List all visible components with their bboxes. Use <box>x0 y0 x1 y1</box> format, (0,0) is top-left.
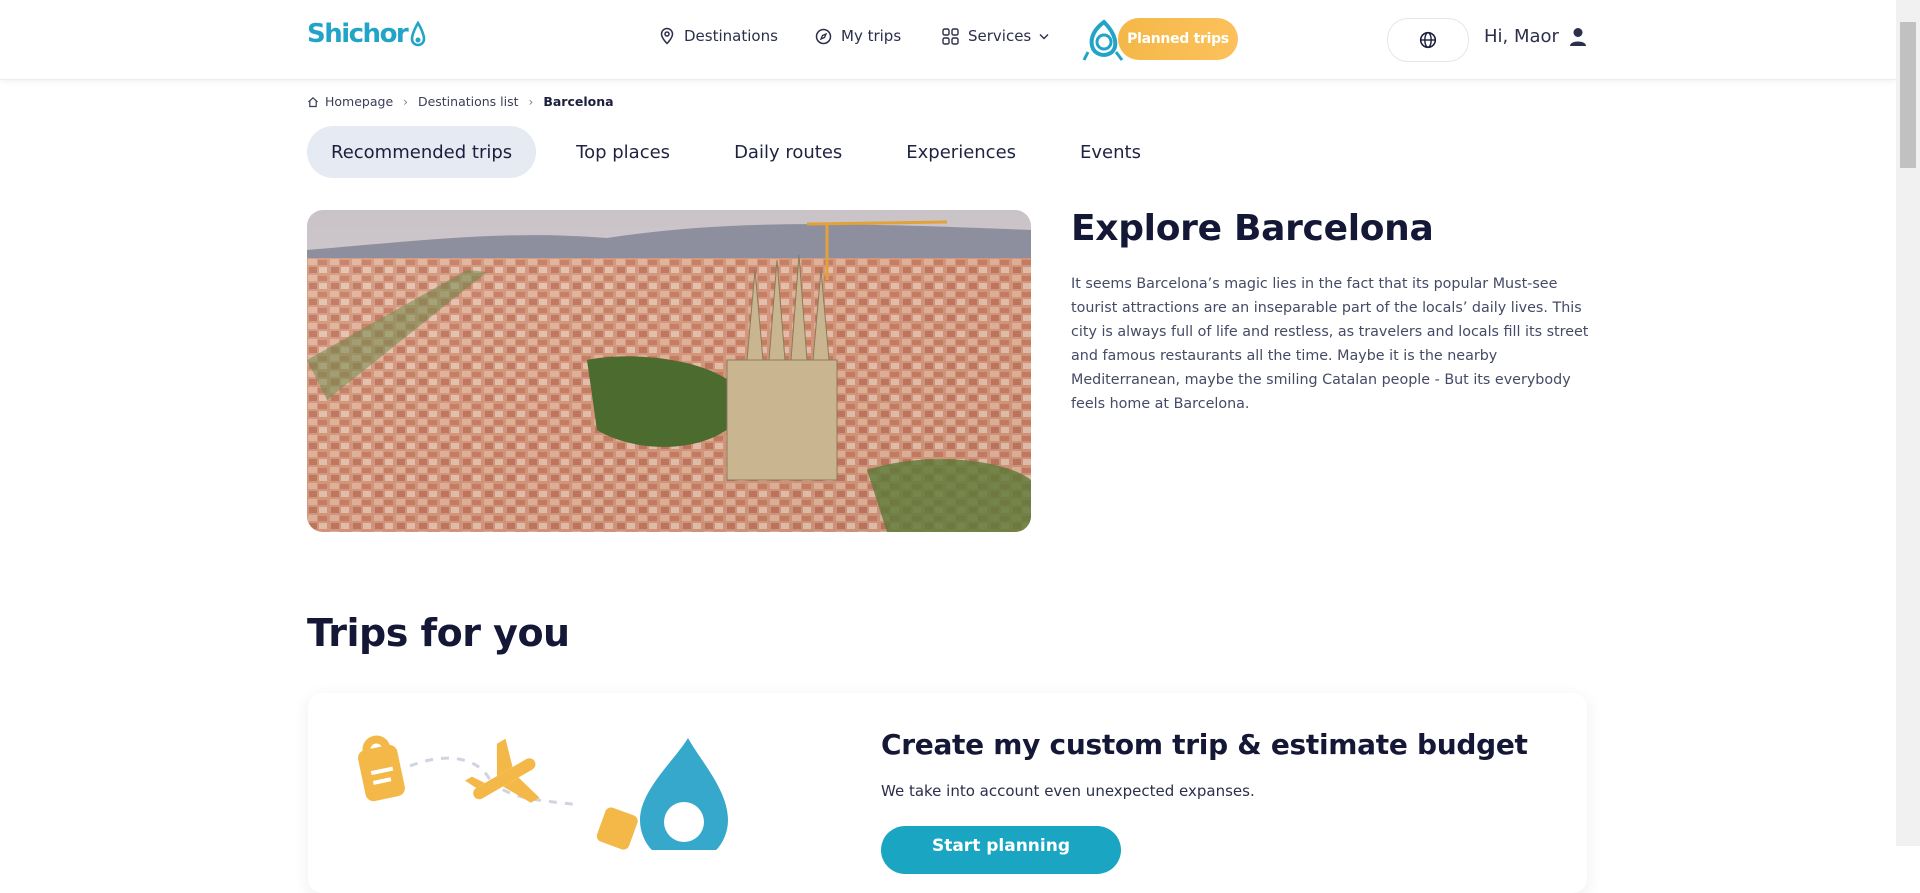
logo[interactable]: Shichor <box>307 19 427 59</box>
compass-icon <box>815 28 832 44</box>
chevron-right-icon: › <box>403 94 408 109</box>
barcelona-hero-image <box>307 210 1031 532</box>
nav-destinations-label: Destinations <box>684 27 778 45</box>
page-scrollbar[interactable] <box>1896 0 1920 846</box>
tab-experiences[interactable]: Experiences <box>882 126 1040 178</box>
user-icon <box>1569 27 1586 46</box>
nav-my-trips-label: My trips <box>841 27 902 45</box>
logo-text: Shichor <box>307 19 409 49</box>
custom-trip-subtitle: We take into account even unexpected exp… <box>881 782 1255 800</box>
explore-title: Explore Barcelona <box>1071 208 1434 249</box>
logo-drop-icon <box>410 21 426 47</box>
user-menu[interactable]: Hi, Maor <box>1484 26 1587 47</box>
chevron-down-icon <box>1039 33 1049 39</box>
custom-trip-title: Create my custom trip & estimate budget <box>881 728 1528 761</box>
user-greeting: Hi, Maor <box>1484 26 1559 47</box>
nav-services-label: Services <box>968 27 1032 45</box>
nav-services[interactable]: Services <box>942 27 1058 45</box>
trips-section-title: Trips for you <box>307 611 570 655</box>
planned-trips-button[interactable]: Planned trips <box>1118 18 1238 60</box>
location-pin-icon <box>660 27 674 45</box>
tab-daily-routes[interactable]: Daily routes <box>710 126 866 178</box>
travel-illustration <box>357 735 728 850</box>
home-icon <box>308 96 318 107</box>
breadcrumb-destinations-list[interactable]: Destinations list <box>418 94 519 109</box>
tab-top-places[interactable]: Top places <box>552 126 694 178</box>
planned-trips[interactable]: Planned trips <box>1082 12 1240 64</box>
breadcrumb-homepage[interactable]: Homepage <box>325 94 393 109</box>
chevron-right-icon: › <box>528 94 534 109</box>
language-button[interactable] <box>1387 18 1469 62</box>
tab-recommended-trips[interactable]: Recommended trips <box>307 126 537 178</box>
grid-icon <box>942 27 959 45</box>
nav-destinations[interactable]: Destinations <box>659 27 778 45</box>
explore-description: It seems Barcelona’s magic lies in the f… <box>1071 276 1589 412</box>
top-navbar: Shichor Destinations My trips Services P… <box>0 0 1896 80</box>
destination-tabs: Recommended trips Top places Daily route… <box>307 126 1181 178</box>
globe-icon <box>1419 31 1437 49</box>
start-planning-button[interactable]: Start planning <box>881 826 1121 874</box>
breadcrumb-current: Barcelona <box>543 94 614 109</box>
breadcrumb: Homepage › Destinations list › Barcelona <box>307 94 614 109</box>
scrollbar-thumb[interactable] <box>1900 22 1916 168</box>
nav-my-trips[interactable]: My trips <box>815 27 901 45</box>
tab-events[interactable]: Events <box>1056 126 1165 178</box>
